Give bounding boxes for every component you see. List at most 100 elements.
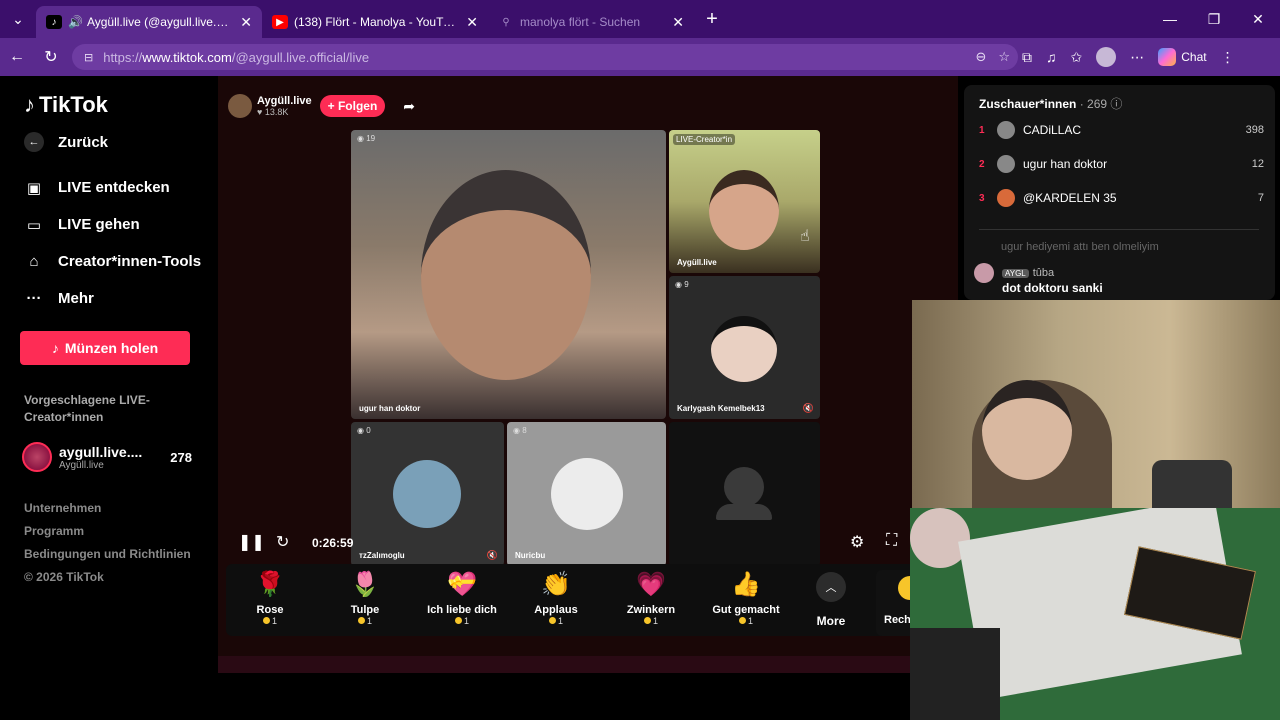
avatar[interactable]: [974, 263, 994, 283]
favorite-star-icon[interactable]: ☆: [998, 49, 1010, 65]
close-window-icon[interactable]: ✕: [1236, 0, 1280, 38]
guest-tile[interactable]: ◉ 9 Karlygash Kemelbek13 🔇: [669, 276, 820, 419]
footer-terms[interactable]: Bedingungen und Richtlinien: [24, 547, 191, 570]
chat-username[interactable]: tûba: [1033, 267, 1054, 279]
close-icon[interactable]: ✕: [240, 14, 252, 31]
avatar: [22, 442, 52, 472]
chair: [1152, 460, 1232, 508]
copilot-chat-button[interactable]: Chat: [1158, 48, 1207, 66]
tab-bar: ⌄ ♪ 🔊 Aygüll.live (@aygull.live.officia …: [0, 0, 1280, 38]
tab-actions-menu[interactable]: ⌄: [0, 0, 36, 38]
more-menu-icon[interactable]: ⋯: [1130, 49, 1144, 66]
footer-company[interactable]: Unternehmen: [24, 501, 191, 524]
gift-rose[interactable]: 🌹 Rose 1: [228, 570, 312, 626]
guest-tile[interactable]: ◉ 19 ugur han doktor: [351, 130, 666, 419]
gift-name: Gut gemacht: [712, 604, 780, 616]
zoom-icon[interactable]: ⊖: [975, 49, 986, 65]
tab-youtube[interactable]: ▶ (138) Flört - Manolya - YouTube ✕: [262, 6, 488, 38]
viewers-header[interactable]: Zuschauer*innen · 269 ⓘ: [979, 95, 1122, 112]
gift-name: Tulpe: [350, 604, 380, 616]
rank-name: CADiLLAC: [1023, 123, 1082, 137]
follow-button[interactable]: + Folgen: [319, 95, 386, 117]
media-icon[interactable]: ♫: [1046, 49, 1057, 65]
url-field[interactable]: ⊟ https:// www.tiktok.com /@aygull.live.…: [72, 44, 1018, 70]
back-arrow-icon[interactable]: ←: [0, 38, 34, 76]
info-icon[interactable]: ⓘ: [1110, 97, 1122, 111]
reload-icon[interactable]: ↻: [34, 38, 68, 76]
gift-wink[interactable]: 💗 Zwinkern 1: [609, 570, 693, 626]
nav-live-discover[interactable]: ▣ LIVE entdecken: [24, 169, 201, 206]
gift-price: 1: [704, 616, 788, 626]
tiktok-logo[interactable]: ♪ TikTok: [24, 92, 108, 118]
site-info-icon[interactable]: ⊟: [84, 51, 93, 64]
gift-price: 1: [418, 616, 506, 626]
ranking-row[interactable]: 1 CADiLLAC 398: [979, 113, 1264, 147]
tab-search[interactable]: ⚲ manolya flört - Suchen ✕: [488, 6, 694, 38]
coin-icon: ♪: [51, 340, 59, 356]
sidebar-more-icon[interactable]: ⋮: [1221, 49, 1235, 66]
guest-viewers: ◉ 19: [357, 134, 376, 143]
suggested-title: Vorgeschlagene LIVE-Creator*innen: [24, 393, 150, 424]
footer-program[interactable]: Programm: [24, 524, 191, 547]
speaker-icon[interactable]: 🔊: [68, 15, 83, 29]
rank-score: 7: [1257, 192, 1264, 204]
extensions-icon[interactable]: ⧉: [1022, 49, 1032, 66]
host-name[interactable]: Aygüll.live: [257, 95, 312, 107]
avatar: [997, 189, 1015, 207]
tulip-icon: 🌷: [350, 571, 380, 598]
live-tv-icon: ▣: [26, 179, 42, 197]
gift-well-done[interactable]: 👍 Gut gemacht 1: [704, 570, 788, 626]
creator-tag: LIVE-Creator*in: [673, 134, 736, 145]
tiktok-icon: ♪: [24, 92, 35, 117]
guest-viewers: ◉ 9: [675, 280, 689, 289]
rank-score: 398: [1245, 124, 1264, 136]
pause-icon[interactable]: ❚❚: [238, 532, 265, 552]
footer-copyright: © 2026 TikTok: [24, 570, 104, 584]
more-gifts-button[interactable]: More: [800, 614, 862, 628]
settings-icon[interactable]: ⚙: [850, 532, 864, 552]
close-icon[interactable]: ✕: [672, 14, 684, 31]
rank-number: 1: [979, 124, 985, 136]
ranking-row[interactable]: 2 ugur han doktor 12: [979, 147, 1264, 181]
close-icon[interactable]: ✕: [466, 14, 478, 31]
host-tile[interactable]: LIVE-Creator*in Aygüll.live: [669, 130, 820, 273]
nav-label: Mehr: [58, 290, 94, 307]
tarot-box: [910, 628, 1000, 720]
favorites-icon[interactable]: ✩: [1071, 49, 1083, 66]
suggested-creator[interactable]: aygull.live.... Aygüll.live 278: [22, 442, 192, 472]
gift-tulip[interactable]: 🌷 Tulpe 1: [323, 570, 407, 626]
window-controls: — ❐ ✕: [1148, 0, 1280, 38]
fullscreen-icon[interactable]: ⛶: [886, 532, 897, 550]
ranking-row[interactable]: 3 @KARDELEN 35 7: [979, 181, 1264, 215]
copilot-icon: [1158, 48, 1177, 66]
new-tab-button[interactable]: +: [694, 8, 730, 31]
back-button[interactable]: ← Zurück: [24, 132, 108, 152]
get-coins-button[interactable]: ♪ Münzen holen: [20, 331, 190, 365]
host-avatar[interactable]: [228, 94, 252, 118]
nav-more[interactable]: ··· Mehr: [24, 280, 201, 317]
creator-handle: Aygüll.live: [59, 459, 104, 471]
gift-applause[interactable]: 👏 Applaus 1: [514, 570, 598, 626]
minimize-icon[interactable]: —: [1148, 0, 1192, 38]
nav-label: Creator*innen-Tools: [58, 253, 202, 270]
nav-go-live[interactable]: ▭ LIVE gehen: [24, 206, 201, 243]
chat-text: dot doktoru sanki: [1002, 281, 1103, 295]
recharge-label: Rech: [884, 614, 911, 626]
logo-text: TikTok: [39, 92, 108, 117]
maximize-icon[interactable]: ❐: [1192, 0, 1236, 38]
share-icon[interactable]: ➦: [403, 98, 415, 115]
guest-avatar: [393, 460, 461, 528]
refresh-icon[interactable]: ↻: [276, 532, 289, 552]
live-player: Aygüll.live ♥ 13.8K + Folgen ➦ ◉ 19 ugur…: [218, 76, 958, 673]
streamer-head: [982, 380, 1072, 480]
url-path: /@aygull.live.official/live: [231, 49, 370, 65]
footer-links: Unternehmen Programm Bedingungen und Ric…: [24, 501, 191, 593]
chevron-up-icon[interactable]: ︿: [816, 572, 846, 602]
tab-tiktok[interactable]: ♪ 🔊 Aygüll.live (@aygull.live.officia ✕: [36, 6, 262, 38]
nav-creator-tools[interactable]: ⌂ Creator*innen-Tools: [24, 243, 201, 280]
avatar: [997, 121, 1015, 139]
profile-avatar[interactable]: [1096, 47, 1117, 67]
nav-label: LIVE entdecken: [58, 179, 170, 196]
guest-name: ugur han doktor: [359, 404, 421, 413]
gift-love-you[interactable]: 💝 Ich liebe dich 1: [418, 570, 506, 626]
